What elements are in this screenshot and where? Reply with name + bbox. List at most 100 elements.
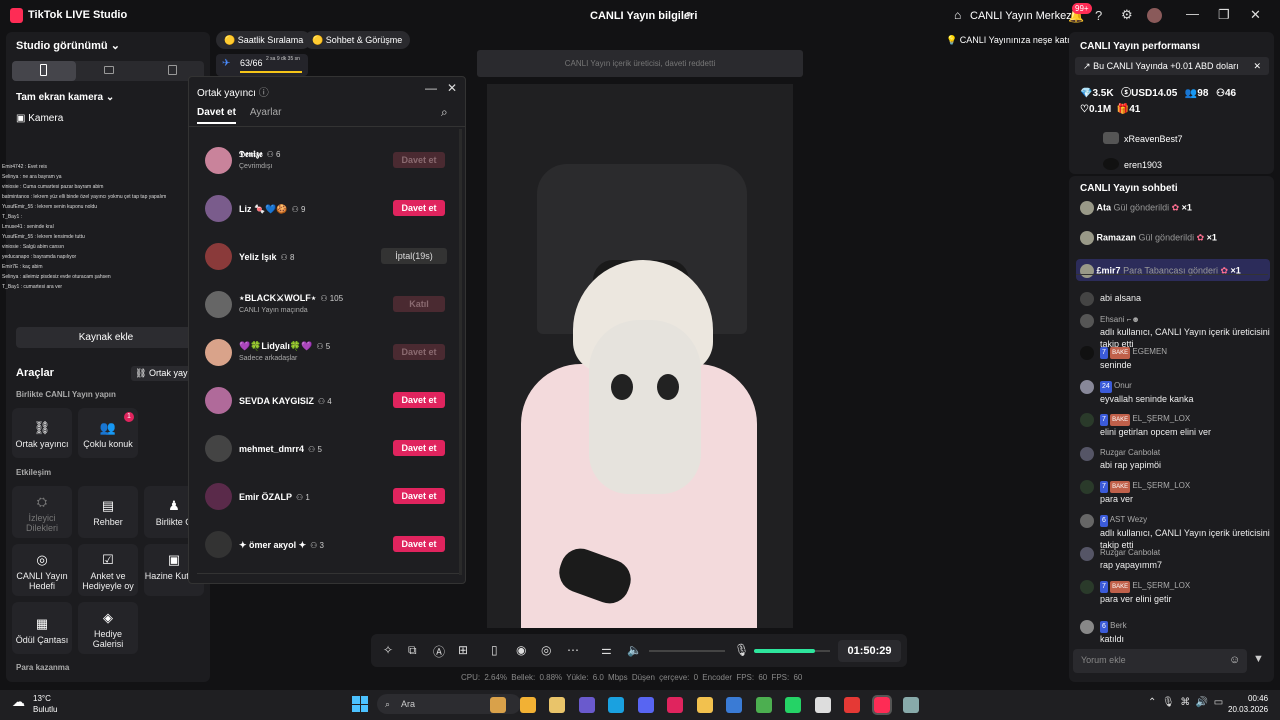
camera-source[interactable]: ▣ Kamera — [16, 113, 63, 124]
top-viewer-1[interactable]: xReavenBest7 — [1124, 134, 1183, 144]
file-icon[interactable] — [490, 697, 506, 713]
invite-button[interactable]: Davet et — [393, 392, 445, 408]
gift-gallery-button[interactable]: ◈ Hediye Galerisi — [78, 602, 138, 654]
capture-icon[interactable]: ◎ — [541, 643, 551, 657]
tiktok-icon[interactable] — [871, 695, 892, 715]
chat-message: 6 Berk katıldı — [1080, 620, 1270, 645]
gift-message: Ata Gül gönderildi ✿ ×1 — [1080, 199, 1270, 219]
viewers-icon: 👥 — [1184, 88, 1198, 99]
chat-user[interactable]: EGEMEN — [1132, 347, 1167, 356]
teams-icon[interactable] — [578, 697, 595, 713]
chat-overlay-line: YusufEmir_55 : lekrem lensimde tuttu — [2, 234, 85, 240]
invite-button[interactable]: Davet et — [393, 536, 445, 552]
whatsapp-icon[interactable] — [785, 697, 801, 713]
chat-user[interactable]: Berk — [1110, 621, 1126, 630]
comment-placeholder: Yorum ekle — [1081, 655, 1126, 665]
popup-title: Ortak yayıncı ⓘ — [197, 88, 269, 99]
gear-icon[interactable]: ⚙ — [1121, 7, 1133, 23]
maximize-icon[interactable]: ❐ — [1218, 7, 1230, 23]
effects-icon[interactable]: ⧉ — [408, 643, 417, 658]
poll-button[interactable]: ☑ Anket ve Hediyeyle oy — [78, 544, 138, 596]
opera-icon[interactable] — [667, 697, 683, 713]
studio-view-title[interactable]: Studio görünümü ⌄ — [16, 39, 120, 52]
share-icon[interactable]: ↗ — [682, 8, 692, 22]
reward-bag-button[interactable]: ▦ Ödül Çantası — [12, 602, 72, 654]
close-icon[interactable]: ✕ — [1253, 57, 1261, 75]
screen-icon[interactable]: ⊞ — [458, 643, 468, 657]
chat-user[interactable]: Ehsani ⌐☻ — [1100, 315, 1140, 324]
fullscreen-camera-label[interactable]: Tam ekran kamera ⌄ — [16, 92, 114, 103]
guide-button[interactable]: ▤ Rehber — [78, 486, 138, 538]
joy-pill[interactable]: 💡 CANLI Yayınınıza neşe katın — [938, 31, 1082, 49]
viewer-requests-button[interactable]: ⛭ İzleyici Dilekleri — [12, 486, 72, 538]
chat-user[interactable]: EL_ŞERM_LOX — [1132, 581, 1190, 590]
scrollbar[interactable] — [459, 129, 462, 575]
settings-icon[interactable] — [903, 697, 919, 713]
chat-user[interactable]: EL_ŞERM_LOX — [1132, 414, 1190, 423]
cohost-name: 𝕯𝖊𝖓𝖎𝖟𝖊 ⚇ 6 — [239, 149, 281, 159]
coin-icon: ⓢ — [1121, 88, 1132, 99]
discord-icon[interactable] — [637, 697, 654, 713]
speaker-icon[interactable]: 🔈 — [627, 643, 642, 657]
rank-widget[interactable]: ✈ 63/66 2 sa 9 dk 35 sn — [216, 54, 308, 76]
cohost-row: Liz 🍬💙🍪 ⚇ 9 Davet et — [205, 193, 445, 223]
cohost-link[interactable]: ⛓ Ortak yayın — [131, 366, 191, 381]
invite-button[interactable]: Katıl — [393, 296, 445, 312]
invite-button[interactable]: Davet et — [393, 488, 445, 504]
invite-button[interactable]: Davet et — [393, 152, 445, 168]
invite-button[interactable]: Davet et — [393, 440, 445, 456]
speaker-volume-slider[interactable] — [649, 650, 725, 652]
tab-invite[interactable]: Davet et — [197, 107, 236, 124]
live-goal-button[interactable]: ◎ CANLI Yayın Hedefi — [12, 544, 72, 596]
cohost-button[interactable]: ⛓ Ortak yayıncı — [12, 408, 72, 458]
filter-icon[interactable]: ▼ — [1253, 653, 1264, 665]
minimize-icon[interactable]: — — [1186, 6, 1199, 21]
chat-user[interactable]: AST Wezy — [1110, 515, 1148, 524]
ai-icon[interactable]: Ⓐ — [433, 643, 445, 660]
windows-start-icon[interactable] — [352, 696, 368, 712]
record-icon[interactable]: ◉ — [516, 643, 526, 657]
more-icon[interactable]: ⋯ — [567, 643, 579, 657]
microphone-icon[interactable]: 🎙 — [734, 643, 749, 657]
minimize-icon[interactable]: — — [425, 81, 437, 95]
invite-button[interactable]: Davet et — [393, 200, 445, 216]
chat-user[interactable]: Ruzgar Canbolat — [1100, 448, 1160, 457]
youtube-icon[interactable] — [844, 697, 860, 713]
live-hub-link[interactable]: CANLI Yayın Merkezi — [970, 10, 1074, 22]
avatar — [205, 483, 232, 510]
close-icon[interactable]: ✕ — [1250, 7, 1261, 23]
title-bar: TikTok LIVE Studio CANLI Yayın bilgileri… — [0, 0, 1280, 32]
tab-settings[interactable]: Ayarlar — [250, 107, 282, 118]
search-icon[interactable]: ⌕ — [441, 105, 448, 120]
add-source-button[interactable]: Kaynak ekle — [16, 327, 196, 348]
dual-icon[interactable] — [168, 65, 177, 75]
avatar[interactable] — [1147, 8, 1162, 23]
emoji-icon[interactable]: ☺ — [1229, 654, 1240, 666]
invite-button[interactable]: İptal(19s) — [381, 248, 447, 264]
explorer-icon[interactable] — [696, 697, 713, 713]
settings-sliders-icon[interactable]: ⚌ — [601, 643, 612, 657]
chrome-alt-icon[interactable] — [755, 697, 772, 713]
tray-icons[interactable]: ⌃ 🎙 ⌘ 🔊 ▭ — [1148, 697, 1223, 708]
avatar — [205, 435, 232, 462]
chat-overlay-source: Emir4742 : Evet reis Selinya : ne ara bay… — [2, 162, 202, 292]
chat-user[interactable]: Onur — [1114, 381, 1132, 390]
chat-user[interactable]: EL_ŞERM_LOX — [1132, 481, 1190, 490]
help-icon[interactable]: ? — [1095, 8, 1102, 23]
store-icon[interactable] — [549, 697, 565, 713]
hourly-ranking-pill[interactable]: 🟡 Saatlik Sıralama — [216, 31, 312, 49]
invite-button[interactable]: Davet et — [393, 344, 445, 360]
magic-wand-icon[interactable]: ✧ — [383, 643, 393, 657]
comment-input[interactable]: Yorum ekle ☺ — [1073, 649, 1247, 673]
top-viewer-2[interactable]: eren1903 — [1124, 160, 1162, 170]
chat-user[interactable]: Ruzgar Canbolat — [1100, 548, 1160, 557]
close-icon[interactable]: ✕ — [447, 81, 457, 95]
app-icon[interactable] — [814, 697, 831, 713]
cohost-row: ✦ ömer aкyol ✦ ⚇ 3 Davet et — [205, 529, 445, 559]
mail-icon[interactable] — [726, 697, 742, 713]
landscape-icon[interactable] — [104, 66, 114, 74]
chrome-icon[interactable] — [519, 697, 536, 713]
edge-icon[interactable] — [608, 697, 624, 713]
phone-icon[interactable]: ▯ — [491, 643, 498, 657]
chat-call-pill[interactable]: 🟡 Sohbet & Görüşme — [304, 31, 411, 49]
